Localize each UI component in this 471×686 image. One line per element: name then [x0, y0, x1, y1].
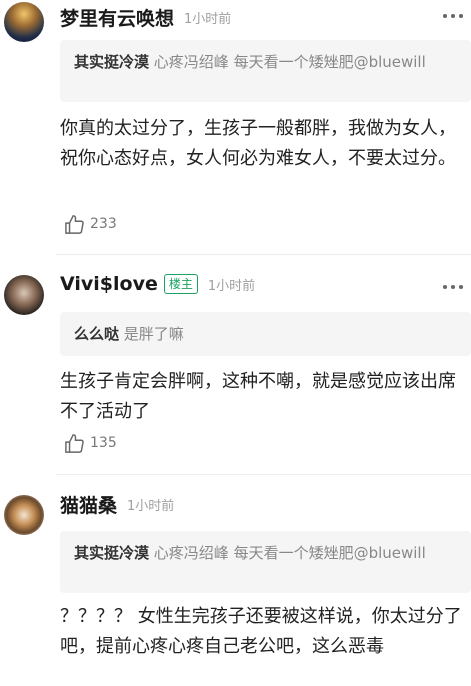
quoted-comment[interactable]: 其实挺冷漠 心疼冯绍峰 每天看一个矮矬肥@bluewill: [60, 531, 471, 593]
quoted-username[interactable]: 其实挺冷漠: [74, 544, 149, 562]
like-button[interactable]: 135: [64, 433, 117, 453]
timestamp: 1小时前: [184, 12, 232, 27]
thumbs-up-icon: [65, 434, 84, 453]
avatar[interactable]: [4, 495, 44, 535]
quoted-text: 心疼冯绍峰 每天看一个矮矬肥@bluewill: [153, 544, 426, 562]
comment-item: 猫猫桑 1小时前 其实挺冷漠 心疼冯绍峰 每天看一个矮矬肥@bluewill ？…: [0, 475, 471, 686]
comment-header: Vivi$love 楼主 1小时前: [60, 273, 255, 295]
op-badge: 楼主: [163, 274, 198, 294]
comment-item: Vivi$love 楼主 1小时前 么么哒 是胖了嘛 生孩子肯定会胖啊，这种不嘲…: [0, 255, 471, 475]
comment-item: 梦里有云唤想 1小时前 其实挺冷漠 心疼冯绍峰 每天看一个矮矬肥@bluewil…: [0, 0, 471, 255]
more-dots-icon[interactable]: [443, 283, 463, 291]
username[interactable]: Vivi$love: [60, 273, 158, 295]
avatar[interactable]: [4, 2, 44, 42]
comment-header: 梦里有云唤想 1小时前: [60, 4, 231, 31]
comment-text: 生孩子肯定会胖啊，这种不嘲，就是感觉应该出席不了活动了: [60, 371, 456, 422]
like-count: 135: [90, 435, 117, 451]
quoted-text: 心疼冯绍峰 每天看一个矮矬肥@bluewill: [153, 53, 426, 71]
like-button[interactable]: 233: [64, 214, 117, 234]
timestamp: 1小时前: [127, 499, 175, 514]
quoted-comment[interactable]: 么么哒 是胖了嘛: [60, 312, 471, 356]
quoted-text: 是胖了嘛: [123, 325, 184, 343]
timestamp: 1小时前: [207, 278, 256, 294]
comment-text: 你真的太过分了，生孩子一般都胖，我做为女人，祝你心态好点，女人何必为难女人，不要…: [60, 118, 456, 169]
username[interactable]: 梦里有云唤想: [60, 4, 174, 31]
comment-text: ？？？？ 女性生完孩子还要被这样说，你太过分了吧，提前心疼心疼自己老公吧，这么恶…: [60, 606, 462, 657]
comment-header: 猫猫桑 1小时前: [60, 491, 174, 518]
thumbs-up-icon: [65, 215, 84, 234]
quoted-username[interactable]: 么么哒: [74, 325, 119, 343]
like-count: 233: [90, 216, 117, 232]
avatar[interactable]: [4, 275, 44, 315]
quoted-username[interactable]: 其实挺冷漠: [74, 53, 149, 71]
username[interactable]: 猫猫桑: [60, 491, 117, 518]
more-dots-icon[interactable]: [443, 12, 463, 20]
quoted-comment[interactable]: 其实挺冷漠 心疼冯绍峰 每天看一个矮矬肥@bluewill: [60, 40, 471, 102]
